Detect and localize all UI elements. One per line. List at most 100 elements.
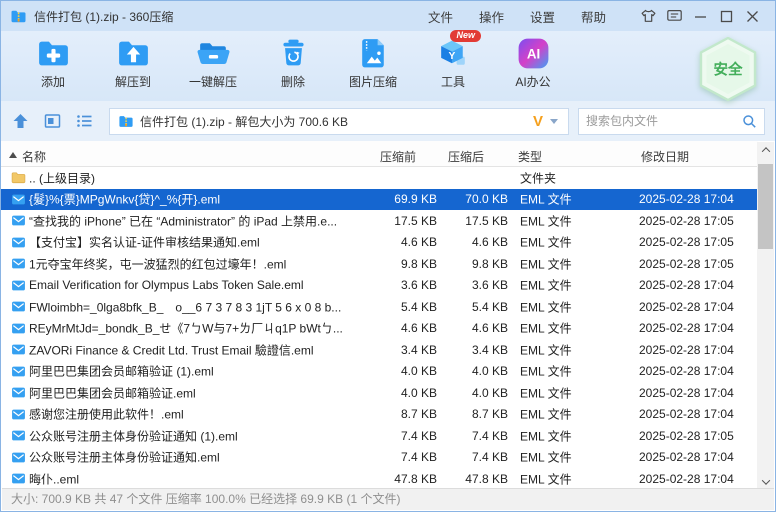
- add-label: 添加: [41, 73, 65, 90]
- eml-file-icon: [11, 235, 26, 253]
- file-size-before: 4.0 KB: [351, 386, 437, 400]
- feedback-icon[interactable]: [661, 4, 687, 28]
- file-name: REyMrMtJd=_bondk_B_せ《7ㄅW与7+ㄌ厂ㄐq1P bWtㄅ..…: [29, 320, 347, 337]
- maximize-button[interactable]: [713, 4, 739, 28]
- vip-v-label[interactable]: V: [533, 113, 543, 130]
- file-size-before: 4.6 KB: [351, 321, 437, 335]
- column-header-name[interactable]: 名称: [22, 148, 46, 165]
- file-size-after: 47.8 KB: [438, 472, 508, 486]
- file-type: EML 文件: [520, 255, 572, 272]
- file-row[interactable]: REyMrMtJd=_bondk_B_せ《7ㄅW与7+ㄌ厂ㄐq1P bWtㄅ..…: [1, 318, 758, 340]
- scroll-up-icon[interactable]: [757, 142, 774, 158]
- file-row[interactable]: ZAVORi Finance & Credit Ltd. Trust Email…: [1, 339, 758, 361]
- file-size-before: 9.8 KB: [351, 257, 437, 271]
- app-zip-icon: [10, 8, 27, 24]
- file-size-before: 4.0 KB: [351, 364, 437, 378]
- preview-pane-icon[interactable]: [43, 112, 62, 130]
- archive-path-box[interactable]: 信件打包 (1).zip - 解包大小为 700.6 KB V: [109, 108, 569, 135]
- column-header-size-after[interactable]: 压缩后: [448, 148, 484, 165]
- file-name: 公众账号注册主体身份验证通知 (1).eml: [29, 427, 347, 444]
- ai-office-button[interactable]: AI AI办公: [493, 31, 573, 101]
- file-type: EML 文件: [520, 427, 572, 444]
- vertical-scrollbar[interactable]: [757, 142, 774, 490]
- file-size-before: 17.5 KB: [351, 214, 437, 228]
- file-row[interactable]: 晦仆..eml 47.8 KB 47.8 KB EML 文件 2025-02-2…: [1, 468, 758, 489]
- file-size-before: 47.8 KB: [351, 472, 437, 486]
- column-header-size-before[interactable]: 压缩前: [356, 148, 416, 165]
- extract-to-button[interactable]: 解压到: [93, 31, 173, 101]
- title-bar: 信件打包 (1).zip - 360压缩 文件 操作 设置 帮助: [1, 1, 775, 31]
- file-type: EML 文件: [520, 298, 572, 315]
- menu-file[interactable]: 文件: [415, 7, 466, 26]
- file-size-before: 69.9 KB: [351, 192, 437, 206]
- eml-file-icon: [11, 364, 26, 382]
- eml-file-icon: [11, 299, 26, 317]
- security-shield-badge[interactable]: 安全: [699, 37, 757, 104]
- file-type: EML 文件: [520, 406, 572, 423]
- app-window: 信件打包 (1).zip - 360压缩 文件 操作 设置 帮助: [0, 0, 776, 512]
- menu-settings[interactable]: 设置: [517, 7, 568, 26]
- file-date: 2025-02-28 17:04: [639, 472, 734, 486]
- file-type: EML 文件: [520, 341, 572, 358]
- file-type: EML 文件: [520, 363, 572, 380]
- file-name: FWloimbh=_0lga8bfk_B_ o__6 7 3 7 8 3 1jT…: [29, 298, 347, 315]
- file-name: 【支付宝】实名认证-证件审核结果通知.eml: [29, 234, 347, 251]
- file-size-before: 3.6 KB: [351, 278, 437, 292]
- delete-button[interactable]: 删除: [253, 31, 333, 101]
- file-date: 2025-02-28 17:04: [639, 407, 734, 421]
- scrollbar-thumb[interactable]: [758, 164, 773, 249]
- image-compress-label: 图片压缩: [349, 73, 397, 90]
- tools-button[interactable]: New Y 工具: [413, 31, 493, 101]
- one-click-extract-icon: [195, 35, 232, 72]
- search-icon[interactable]: [742, 114, 757, 129]
- file-row[interactable]: 阿里巴巴集团会员邮箱验证.eml 4.0 KB 4.0 KB EML 文件 20…: [1, 382, 758, 404]
- file-size-after: 4.0 KB: [438, 386, 508, 400]
- file-date: 2025-02-28 17:04: [639, 192, 734, 206]
- column-header-date[interactable]: 修改日期: [641, 148, 689, 165]
- up-level-icon[interactable]: [11, 112, 30, 130]
- theme-shirt-icon[interactable]: [635, 4, 661, 28]
- file-row[interactable]: 公众账号注册主体身份验证通知.eml 7.4 KB 7.4 KB EML 文件 …: [1, 447, 758, 469]
- one-click-extract-label: 一键解压: [189, 73, 237, 90]
- file-name: 1元夺宝年终奖，屯一波猛烈的红包过壕年！.eml: [29, 255, 347, 272]
- file-size-after: 17.5 KB: [438, 214, 508, 228]
- search-box[interactable]: [578, 108, 765, 135]
- file-row[interactable]: Email Verification for Olympus Labs Toke…: [1, 275, 758, 297]
- file-date: 2025-02-28 17:04: [639, 321, 734, 335]
- eml-file-icon: [11, 407, 26, 425]
- file-size-after: 4.6 KB: [438, 321, 508, 335]
- file-row[interactable]: “查找我的 iPhone” 已在 “Administrator” 的 iPad …: [1, 210, 758, 232]
- chevron-down-icon[interactable]: [550, 119, 558, 128]
- minimize-button[interactable]: [687, 4, 713, 28]
- file-size-after: 70.0 KB: [438, 192, 508, 206]
- list-view-icon[interactable]: [75, 112, 94, 130]
- file-row[interactable]: 公众账号注册主体身份验证通知 (1).eml 7.4 KB 7.4 KB EML…: [1, 425, 758, 447]
- column-header-type[interactable]: 类型: [518, 148, 542, 165]
- file-size-before: 7.4 KB: [351, 450, 437, 464]
- image-compress-button[interactable]: 图片压缩: [333, 31, 413, 101]
- parent-dir-row[interactable]: .. (上级目录) 文件夹: [1, 167, 758, 189]
- window-title: 信件打包 (1).zip - 360压缩: [34, 8, 173, 25]
- file-type: EML 文件: [520, 470, 572, 487]
- file-row[interactable]: 1元夺宝年终奖，屯一波猛烈的红包过壕年！.eml 9.8 KB 9.8 KB E…: [1, 253, 758, 275]
- address-bar: 信件打包 (1).zip - 解包大小为 700.6 KB V: [1, 101, 775, 141]
- eml-file-icon: [11, 321, 26, 339]
- file-name: {髮}%{票}MPgWnkv{贷}^_%{开}.eml: [29, 191, 347, 208]
- svg-text:AI: AI: [526, 46, 539, 61]
- file-row[interactable]: {髮}%{票}MPgWnkv{贷}^_%{开}.eml 69.9 KB 70.0…: [1, 189, 758, 211]
- svg-text:Y: Y: [448, 51, 455, 62]
- file-name: .. (上级目录): [29, 169, 347, 186]
- one-click-extract-button[interactable]: 一键解压: [173, 31, 253, 101]
- add-button[interactable]: 添加: [13, 31, 93, 101]
- file-row[interactable]: FWloimbh=_0lga8bfk_B_ o__6 7 3 7 8 3 1jT…: [1, 296, 758, 318]
- menu-help[interactable]: 帮助: [568, 7, 619, 26]
- folder-icon: [11, 170, 26, 188]
- file-row[interactable]: 感谢您注册使用此软件！.eml 8.7 KB 8.7 KB EML 文件 202…: [1, 404, 758, 426]
- file-size-after: 4.0 KB: [438, 364, 508, 378]
- file-row[interactable]: 阿里巴巴集团会员邮箱验证 (1).eml 4.0 KB 4.0 KB EML 文…: [1, 361, 758, 383]
- menu-action[interactable]: 操作: [466, 7, 517, 26]
- file-date: 2025-02-28 17:04: [639, 386, 734, 400]
- close-button[interactable]: [739, 4, 765, 28]
- search-input[interactable]: [586, 114, 742, 128]
- file-row[interactable]: 【支付宝】实名认证-证件审核结果通知.eml 4.6 KB 4.6 KB EML…: [1, 232, 758, 254]
